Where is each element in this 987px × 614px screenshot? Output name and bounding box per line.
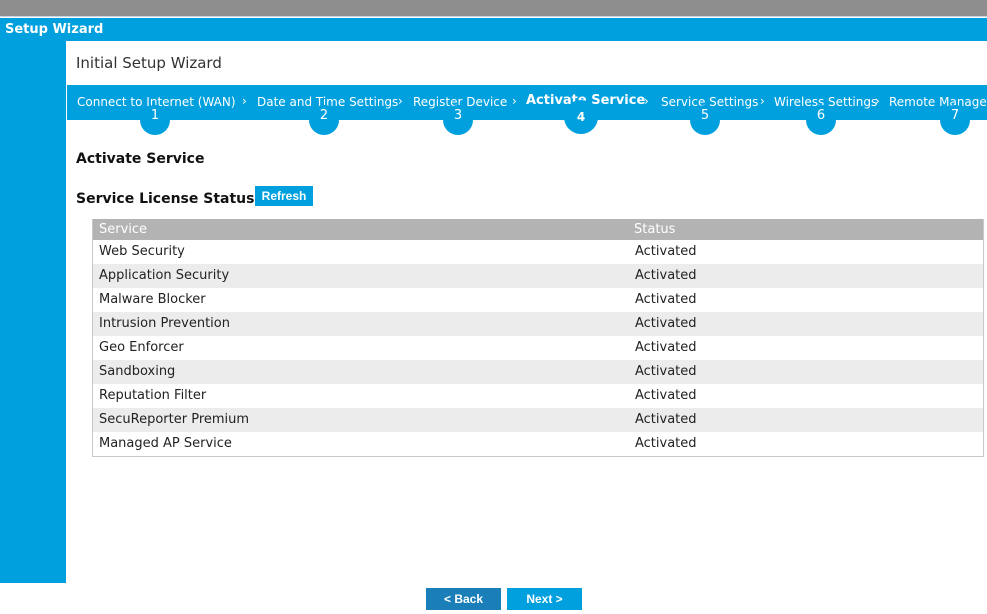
- chevron-right-icon: ›: [760, 94, 765, 108]
- step-6-number: 6: [806, 105, 836, 135]
- step-7-number: 7: [940, 105, 970, 135]
- table-row: Application Security Activated: [93, 264, 983, 288]
- service-status: Activated: [635, 268, 697, 283]
- step-4-number: 4: [564, 100, 598, 134]
- table-row: SecuReporter Premium Activated: [93, 408, 983, 432]
- step-5-number: 5: [690, 105, 720, 135]
- chevron-right-icon: ›: [512, 94, 517, 108]
- sidebar: [0, 41, 66, 583]
- service-status: Activated: [635, 340, 697, 355]
- service-status: Activated: [635, 412, 697, 427]
- service-status: Activated: [635, 244, 697, 259]
- service-status: Activated: [635, 388, 697, 403]
- page-title: Initial Setup Wizard: [76, 54, 222, 72]
- service-name: SecuReporter Premium: [99, 412, 250, 427]
- chevron-right-icon: ›: [644, 94, 649, 108]
- table-row: Sandboxing Activated: [93, 360, 983, 384]
- service-name: Intrusion Prevention: [99, 316, 230, 331]
- chevron-right-icon: ›: [242, 94, 247, 108]
- table-row: Reputation Filter Activated: [93, 384, 983, 408]
- table-header: Service Status: [93, 219, 983, 240]
- step-3-number: 3: [443, 105, 473, 135]
- column-status: Status: [634, 222, 676, 237]
- top-bar: [0, 0, 987, 17]
- service-name: Sandboxing: [99, 364, 176, 379]
- back-button[interactable]: < Back: [426, 588, 501, 610]
- step-2-number: 2: [309, 105, 339, 135]
- refresh-button[interactable]: Refresh: [255, 186, 313, 206]
- section-title: Activate Service: [76, 151, 205, 167]
- service-name: Application Security: [99, 268, 230, 283]
- step-7-label: Remote Manage: [889, 95, 987, 109]
- service-name: Managed AP Service: [99, 436, 232, 451]
- service-status: Activated: [635, 292, 697, 307]
- service-status: Activated: [635, 364, 697, 379]
- chevron-right-icon: ›: [398, 94, 403, 108]
- column-service: Service: [99, 222, 148, 237]
- table-row: Intrusion Prevention Activated: [93, 312, 983, 336]
- service-name: Web Security: [99, 244, 185, 259]
- table-row: Web Security Activated: [93, 240, 983, 264]
- window-title: l Setup Wizard: [0, 18, 987, 41]
- chevron-right-icon: ›: [875, 94, 880, 108]
- table-row: Managed AP Service Activated: [93, 432, 983, 456]
- service-name: Reputation Filter: [99, 388, 207, 403]
- service-status: Activated: [635, 436, 697, 451]
- table-row: Malware Blocker Activated: [93, 288, 983, 312]
- service-name: Geo Enforcer: [99, 340, 184, 355]
- service-name: Malware Blocker: [99, 292, 206, 307]
- table-row: Geo Enforcer Activated: [93, 336, 983, 360]
- wizard-steps: Connect to Internet (WAN) › Date and Tim…: [67, 85, 987, 135]
- license-table: Service Status Web Security Activated Appl…: [92, 219, 984, 457]
- step-1-number: 1: [140, 105, 170, 135]
- service-status: Activated: [635, 316, 697, 331]
- license-status-title: Service License Status: [76, 191, 255, 207]
- next-button[interactable]: Next >: [507, 588, 582, 610]
